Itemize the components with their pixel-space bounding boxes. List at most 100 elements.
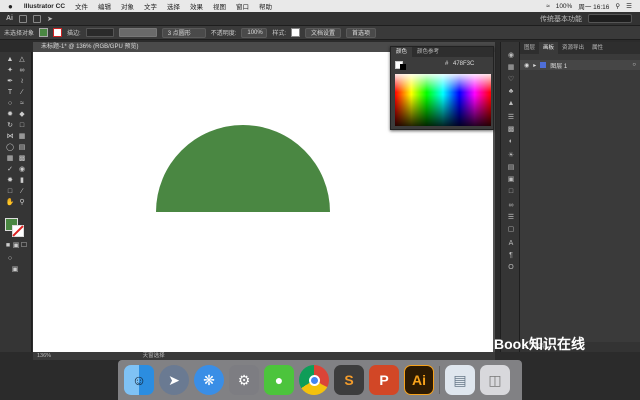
- slice-tool-icon[interactable]: ∕: [17, 188, 27, 196]
- none-mode-icon[interactable]: ☐: [19, 242, 29, 250]
- align-panel-icon[interactable]: ▤: [507, 164, 515, 171]
- paintbrush-tool-icon[interactable]: ≈: [17, 100, 27, 108]
- screen-mode-icon[interactable]: ▣: [10, 266, 20, 274]
- tab-asset-export[interactable]: 资源导出: [558, 42, 588, 54]
- menu-window[interactable]: 窗口: [231, 1, 254, 11]
- drawing-mode-icon[interactable]: ○: [5, 255, 15, 263]
- swatches-panel-icon[interactable]: ▦: [507, 64, 515, 71]
- hex-value[interactable]: 478F3C: [453, 61, 474, 67]
- rotate-tool-icon[interactable]: ↻: [5, 122, 15, 130]
- list-icon[interactable]: ☰: [626, 2, 632, 10]
- system-preferences-icon[interactable]: ⚙: [229, 365, 259, 395]
- tab-color[interactable]: 颜色: [391, 47, 413, 57]
- menu-file[interactable]: 文件: [70, 1, 93, 11]
- wifi-icon[interactable]: ≈: [546, 3, 550, 10]
- appearance-panel-icon[interactable]: ☀: [507, 152, 515, 159]
- sublime-icon[interactable]: S: [334, 365, 364, 395]
- stroke-color-swatch[interactable]: [53, 28, 63, 37]
- trash-icon[interactable]: ◫: [480, 365, 510, 395]
- graphic-styles-icon[interactable]: ▲: [507, 100, 515, 107]
- menu-object[interactable]: 对象: [116, 1, 139, 11]
- zoom-level[interactable]: 136%: [37, 353, 51, 359]
- artboard-tool-icon[interactable]: □: [5, 188, 15, 196]
- hand-tool-icon[interactable]: ✋: [5, 199, 15, 207]
- links-panel-icon[interactable]: ∞: [507, 202, 515, 209]
- brushes-panel-icon[interactable]: ♡: [507, 76, 515, 83]
- target-icon[interactable]: ○: [632, 62, 640, 68]
- workspace-switcher[interactable]: 传统基本功能: [540, 14, 582, 24]
- ellipse-tool-icon[interactable]: ○: [5, 100, 15, 108]
- menu-app-name[interactable]: Illustrator CC: [19, 3, 70, 10]
- stroke-panel-icon[interactable]: ☰: [507, 114, 515, 121]
- mesh-tool-icon[interactable]: ▦: [5, 155, 15, 163]
- panel-black-swatch[interactable]: [400, 64, 406, 70]
- scale-tool-icon[interactable]: □: [17, 122, 27, 130]
- variable-width-field[interactable]: [118, 28, 157, 37]
- safari-icon[interactable]: ❋: [194, 365, 224, 395]
- finder-icon[interactable]: ☺: [124, 365, 154, 395]
- gradient-panel-icon[interactable]: ▩: [507, 126, 515, 133]
- tab-properties[interactable]: 属性: [588, 42, 607, 54]
- column-graph-tool-icon[interactable]: ▮: [17, 177, 27, 185]
- semicircle-path[interactable]: [156, 125, 330, 212]
- artboards-panel-icon[interactable]: ▢: [507, 226, 515, 233]
- paragraph-panel-icon[interactable]: ¶: [507, 252, 515, 259]
- layer-name[interactable]: 图层 1: [550, 61, 567, 70]
- expand-chevron-icon[interactable]: ▸: [533, 62, 536, 69]
- preferences-button[interactable]: 首选项: [346, 27, 377, 38]
- tab-artboards[interactable]: 画板: [539, 42, 559, 54]
- apple-menu-icon[interactable]: ●: [0, 2, 19, 11]
- width-tool-icon[interactable]: ⋈: [5, 133, 15, 141]
- eyedropper-tool-icon[interactable]: ✓: [5, 166, 15, 174]
- brush-style-dropdown[interactable]: 3 点圆形: [161, 27, 206, 38]
- color-panel-icon[interactable]: ◉: [507, 52, 515, 59]
- color-spectrum[interactable]: [395, 74, 491, 126]
- powerpoint-icon[interactable]: P: [369, 365, 399, 395]
- layer-row[interactable]: ◉ ▸ 图层 1 ○: [520, 60, 640, 70]
- menu-select[interactable]: 选择: [162, 1, 185, 11]
- shaper-tool-icon[interactable]: ✹: [5, 111, 15, 119]
- menu-type[interactable]: 文字: [139, 1, 162, 11]
- blend-tool-icon[interactable]: ◉: [17, 166, 27, 174]
- menu-help[interactable]: 帮助: [254, 1, 277, 11]
- lasso-tool-icon[interactable]: ∞: [17, 67, 27, 75]
- perspective-grid-tool-icon[interactable]: ▤: [17, 144, 27, 152]
- search-stock-input[interactable]: [588, 14, 632, 23]
- pen-tool-icon[interactable]: ✒: [5, 78, 15, 86]
- battery-text[interactable]: 100%: [556, 3, 573, 10]
- stroke-weight-field[interactable]: [85, 28, 114, 37]
- free-transform-tool-icon[interactable]: ▦: [17, 133, 27, 141]
- opentype-panel-icon[interactable]: O: [507, 264, 515, 271]
- zoom-tool-icon[interactable]: ⚲: [17, 199, 27, 207]
- clock-text[interactable]: 周一 16:16: [578, 1, 609, 11]
- transform-panel-icon[interactable]: □: [507, 188, 515, 195]
- finder-window-icon[interactable]: ▤: [445, 365, 475, 395]
- menu-view[interactable]: 视图: [208, 1, 231, 11]
- document-setup-button[interactable]: 文档设置: [305, 27, 342, 38]
- opacity-field[interactable]: 100%: [241, 27, 268, 38]
- direct-selection-tool-icon[interactable]: △: [17, 56, 27, 64]
- chrome-icon[interactable]: [299, 365, 329, 395]
- graphic-style-swatch[interactable]: [291, 28, 301, 37]
- symbols-panel-icon[interactable]: ♣: [507, 88, 515, 95]
- search-icon[interactable]: ⚲: [615, 2, 620, 10]
- transparency-panel-icon[interactable]: ◐: [507, 138, 515, 145]
- fill-color-swatch[interactable]: [39, 28, 49, 37]
- bridge-icon[interactable]: [19, 14, 27, 23]
- send-icon[interactable]: ➤: [47, 15, 53, 23]
- arrange-docs-icon[interactable]: [33, 14, 41, 23]
- wechat-icon[interactable]: ●: [264, 365, 294, 395]
- illustrator-icon[interactable]: Ai: [404, 365, 434, 395]
- line-tool-icon[interactable]: ∕: [17, 89, 27, 97]
- pathfinder-panel-icon[interactable]: ▣: [507, 176, 515, 183]
- launchpad-icon[interactable]: ➤: [159, 365, 189, 395]
- type-tool-icon[interactable]: T: [5, 89, 15, 97]
- shape-builder-tool-icon[interactable]: ◯: [5, 144, 15, 152]
- tab-layers[interactable]: 图层: [520, 42, 539, 54]
- visibility-eye-icon[interactable]: ◉: [524, 62, 529, 69]
- tab-color-guide[interactable]: 颜色参考: [412, 47, 444, 57]
- menu-effect[interactable]: 效果: [185, 1, 208, 11]
- selection-tool-icon[interactable]: ▲: [5, 56, 15, 64]
- magic-wand-tool-icon[interactable]: ✦: [5, 67, 15, 75]
- layers-panel-icon[interactable]: ☰: [507, 214, 515, 221]
